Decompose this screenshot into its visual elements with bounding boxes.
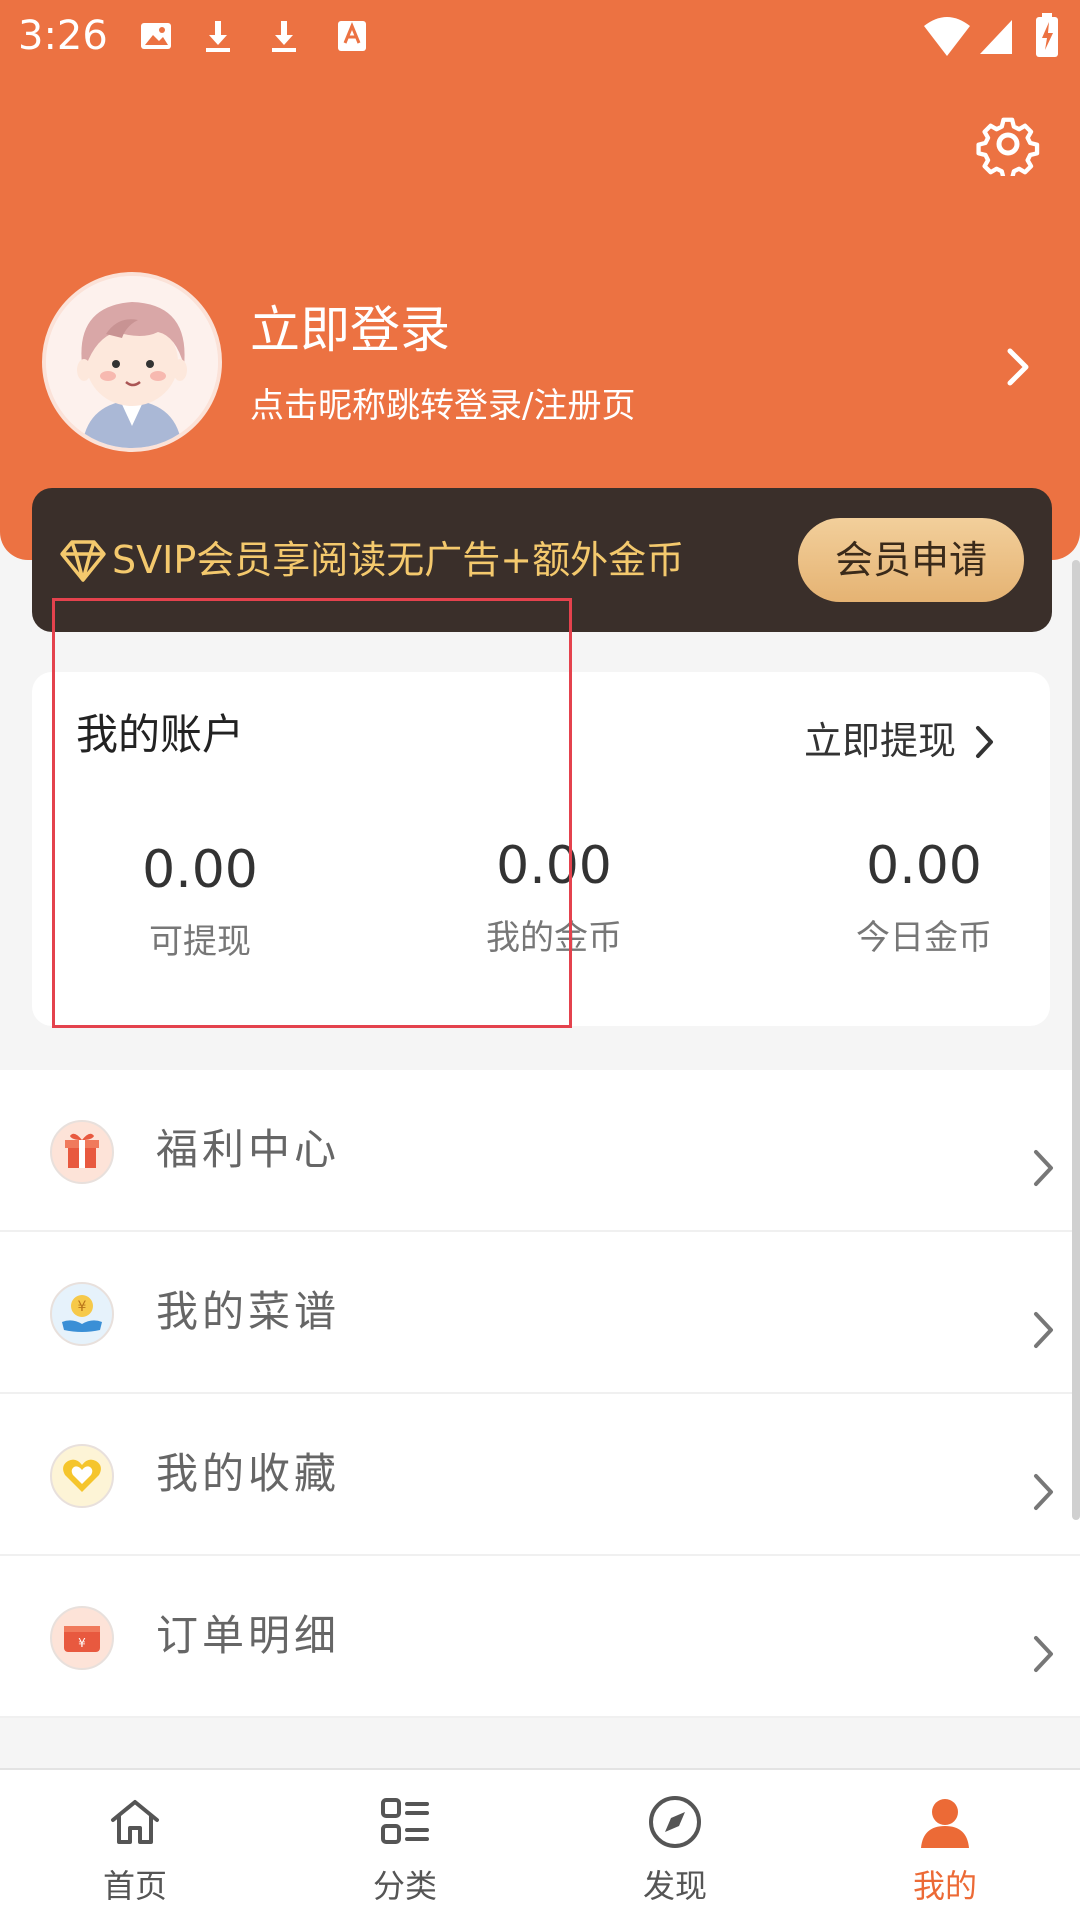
- chevron-right-icon: [1034, 1312, 1053, 1348]
- category-icon: [381, 1798, 429, 1844]
- download-icon: [272, 21, 296, 52]
- menu-item-label: 我的收藏: [156, 1449, 341, 1498]
- svg-text:¥: ¥: [78, 1299, 87, 1315]
- status-time: 3:26: [18, 13, 108, 59]
- chevron-right-icon: [1034, 1474, 1053, 1510]
- chevron-right-icon[interactable]: [1000, 345, 1036, 389]
- login-subtitle[interactable]: 点击昵称跳转登录/注册页: [250, 384, 635, 428]
- login-title[interactable]: 立即登录: [250, 298, 450, 362]
- avatar-illustration: [46, 276, 218, 448]
- wallet-icon: ¥: [50, 1606, 114, 1670]
- coin-hand-icon: ¥: [50, 1282, 114, 1346]
- stat-value: 0.00: [866, 836, 982, 896]
- chevron-right-icon: [1034, 1150, 1053, 1186]
- stat-today-coins[interactable]: 0.00 今日金币: [794, 834, 1054, 960]
- chevron-right-icon: [1034, 1636, 1053, 1672]
- tab-label: 发现: [642, 1867, 707, 1905]
- menu-item-label: 福利中心: [156, 1125, 341, 1174]
- wifi-icon: [924, 17, 970, 56]
- menu-list: 福利中心 ¥ 我的菜谱 我的收藏 ¥ 订单明细: [0, 1070, 1080, 1718]
- menu-item-my-recipes[interactable]: ¥ 我的菜谱: [0, 1232, 1080, 1394]
- bottom-tab-bar: 首页 分类 发现 我的: [0, 1768, 1080, 1920]
- menu-item-welfare-center[interactable]: 福利中心: [0, 1070, 1080, 1232]
- image-icon: [141, 23, 171, 49]
- gear-icon[interactable]: [976, 112, 1040, 176]
- tab-mine[interactable]: 我的: [810, 1770, 1080, 1920]
- tab-category[interactable]: 分类: [270, 1770, 540, 1920]
- status-bar: 3:26: [0, 0, 1080, 72]
- gift-icon: [50, 1120, 114, 1184]
- compass-icon: [649, 1796, 701, 1848]
- font-icon: [338, 21, 366, 51]
- membership-apply-button[interactable]: 会员申请: [798, 518, 1024, 602]
- user-icon: [921, 1799, 969, 1848]
- menu-item-label: 我的菜谱: [156, 1287, 341, 1336]
- menu-item-order-details[interactable]: ¥ 订单明细: [0, 1556, 1080, 1718]
- svg-text:¥: ¥: [78, 1636, 86, 1650]
- tab-label: 我的: [912, 1867, 977, 1905]
- heart-icon: [50, 1444, 114, 1508]
- avatar[interactable]: [42, 272, 222, 452]
- tab-home[interactable]: 首页: [0, 1770, 270, 1920]
- download-icon: [206, 21, 230, 52]
- tab-label: 首页: [102, 1867, 167, 1905]
- menu-item-label: 订单明细: [156, 1611, 341, 1660]
- vip-promo-text: SVIP会员享阅读无广告+额外金币: [112, 538, 685, 582]
- battery-charging-icon: [1036, 13, 1058, 57]
- profile-screen: 3:26 立即登录 点击昵称跳转登录/注册页 SVIP会员享阅读无广告+额外金币…: [0, 0, 1080, 1920]
- menu-item-my-favorites[interactable]: 我的收藏: [0, 1394, 1080, 1556]
- home-icon: [111, 1800, 159, 1844]
- tab-label: 分类: [372, 1867, 437, 1905]
- signal-icon: [980, 20, 1012, 54]
- tab-discover[interactable]: 发现: [540, 1770, 810, 1920]
- withdraw-now-link[interactable]: 立即提现: [804, 716, 956, 766]
- scrollbar[interactable]: [1072, 560, 1080, 1520]
- diamond-icon: [60, 540, 106, 582]
- highlight-box: [52, 598, 572, 1028]
- chevron-right-icon[interactable]: [974, 724, 996, 760]
- stat-label: 今日金币: [856, 918, 992, 958]
